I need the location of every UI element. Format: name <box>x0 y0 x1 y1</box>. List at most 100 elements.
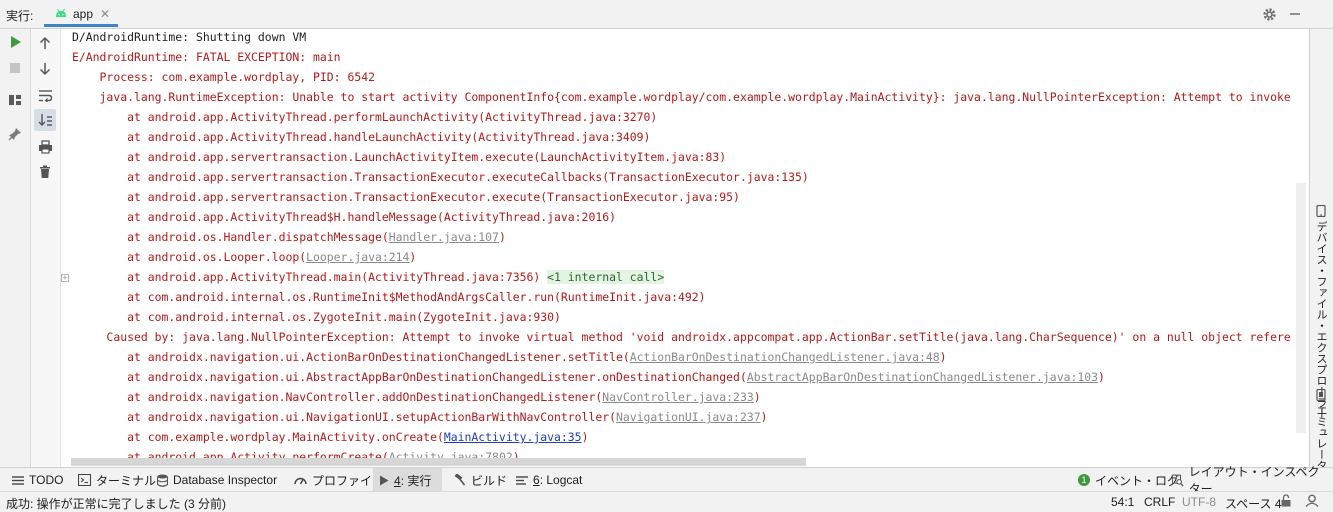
pin-icon[interactable] <box>5 124 25 144</box>
console-line: at com.android.internal.os.ZygoteInit.ma… <box>72 307 561 327</box>
tab-run[interactable]: 4: 実行 <box>373 468 442 492</box>
rerun-icon[interactable] <box>5 32 25 52</box>
console-line: at com.android.internal.os.RuntimeInit$M… <box>72 287 705 307</box>
down-arrow-icon[interactable] <box>35 59 55 79</box>
gauge-icon <box>294 477 307 485</box>
console-text: ) <box>760 410 768 424</box>
gear-icon[interactable] <box>1261 6 1277 22</box>
event-log-count-badge: 1 <box>1078 474 1090 486</box>
console-line: at android.app.ActivityThread.performLau… <box>72 107 657 127</box>
layout-icon[interactable] <box>5 90 25 110</box>
console-text: ) <box>939 350 947 364</box>
close-icon[interactable]: ✕ <box>100 7 110 21</box>
tab-todo[interactable]: TODO <box>6 468 69 492</box>
file-encoding[interactable]: UTF-8 <box>1182 495 1216 509</box>
console-text: at com.android.internal.os.ZygoteInit.ma… <box>72 310 561 324</box>
stacktrace-link[interactable]: NavController.java:233 <box>602 390 754 404</box>
status-message[interactable]: 成功: 操作が正常に完了しました (3 分前) <box>6 495 226 512</box>
console-text: at com.example.wordplay.MainActivity.onC… <box>72 430 444 444</box>
console-text: at android.app.servertransaction.Transac… <box>72 190 740 204</box>
android-icon <box>56 8 66 17</box>
console-text: java.lang.RuntimeException: Unable to st… <box>72 90 1291 104</box>
console-line: at android.os.Handler.dispatchMessage(Ha… <box>72 227 506 247</box>
tab-terminal[interactable]: ターミナル <box>72 468 162 492</box>
run-actions-toolbar <box>0 29 31 467</box>
console-text: at android.os.Handler.dispatchMessage( <box>72 230 389 244</box>
tab-run-text: : 実行 <box>400 473 432 488</box>
tab-build-label: ビルド <box>471 473 508 488</box>
stacktrace-link[interactable]: Handler.java:107 <box>389 230 499 244</box>
tab-layout-inspector[interactable]: レイアウト・インスペクター <box>1166 465 1333 496</box>
status-bar: 成功: 操作が正常に完了しました (3 分前) 54:1 CRLF UTF-8 … <box>0 491 1333 512</box>
console-line: at androidx.navigation.NavController.add… <box>72 387 761 407</box>
terminal-icon <box>78 474 91 486</box>
stacktrace-link[interactable]: NavigationUI.java:237 <box>616 410 761 424</box>
tab-todo-label: TODO <box>29 473 64 487</box>
console-line: at androidx.navigation.ui.ActionBarOnDes… <box>72 347 947 367</box>
scroll-to-end-icon[interactable] <box>34 109 56 131</box>
tab-terminal-label: ターミナル <box>96 473 157 488</box>
console-text: Process: com.example.wordplay, PID: 6542 <box>72 70 375 84</box>
print-icon[interactable] <box>35 137 55 157</box>
tab-logcat[interactable]: 6: Logcat <box>510 468 588 492</box>
lock-icon[interactable] <box>1280 494 1292 510</box>
console-text: at android.app.servertransaction.Transac… <box>72 170 809 184</box>
console-text: at androidx.navigation.ui.ActionBarOnDes… <box>72 350 630 364</box>
console-line: at android.app.ActivityThread.main(Activ… <box>72 267 665 287</box>
console-text: at android.app.ActivityThread.performLau… <box>72 110 658 124</box>
tab-run-number: 4 <box>394 473 401 488</box>
run-tool-header: 実行: app ✕ <box>0 0 1333 29</box>
tab-logcat-label: 6: Logcat <box>533 473 582 487</box>
cursor-position[interactable]: 54:1 <box>1111 495 1134 509</box>
console-output[interactable]: D/AndroidRuntime: Shutting down VM E/Andr… <box>62 29 1309 467</box>
console-line: at android.app.servertransaction.LaunchA… <box>72 147 726 167</box>
tab-build[interactable]: ビルド <box>448 468 513 492</box>
console-line: D/AndroidRuntime: Shutting down VM <box>72 29 306 47</box>
console-text: ) <box>753 390 761 404</box>
console-text: D/AndroidRuntime: Shutting down VM <box>72 30 307 44</box>
database-icon <box>157 474 168 487</box>
console-line: at androidx.navigation.ui.AbstractAppBar… <box>72 367 1105 387</box>
bottom-tool-tabs: TODO ターミナル Database Inspector プロファイラー 4:… <box>0 465 1333 496</box>
console-line: Caused by: java.lang.NullPointerExceptio… <box>72 327 1291 347</box>
console-line: at com.example.wordplay.MainActivity.onC… <box>72 427 588 447</box>
stacktrace-link[interactable]: AbstractAppBarOnDestinationChangedListen… <box>747 370 1098 384</box>
minimize-icon[interactable] <box>1287 6 1303 22</box>
run-window-title: 実行: <box>6 9 34 23</box>
stacktrace-link[interactable]: Looper.java:214 <box>306 250 409 264</box>
stacktrace-link[interactable]: MainActivity.java:35 <box>444 430 582 444</box>
stop-icon[interactable] <box>5 58 25 78</box>
soft-wrap-icon[interactable] <box>35 85 55 105</box>
console-line: at android.os.Looper.loop(Looper.java:21… <box>72 247 416 267</box>
console-line: E/AndroidRuntime: FATAL EXCEPTION: main <box>72 47 341 67</box>
folded-internal-calls[interactable]: <1 internal call> <box>547 270 665 284</box>
hammer-icon <box>454 474 466 486</box>
vertical-scrollbar[interactable] <box>1296 183 1306 433</box>
console-text: at android.app.ActivityThread.handleLaun… <box>72 130 651 144</box>
stacktrace-link[interactable]: ActionBarOnDestinationChangedListener.ja… <box>630 350 940 364</box>
console-text: at androidx.navigation.ui.NavigationUI.s… <box>72 410 616 424</box>
console-text: at android.app.servertransaction.LaunchA… <box>72 150 727 164</box>
console-line: at android.app.servertransaction.Transac… <box>72 187 740 207</box>
console-text: ) <box>581 430 589 444</box>
console-text: at android.app.ActivityThread$H.handleMe… <box>72 210 616 224</box>
tab-logcat-text: : Logcat <box>539 473 583 487</box>
tab-app[interactable]: app ✕ <box>44 3 118 27</box>
tab-database-inspector[interactable]: Database Inspector <box>151 468 283 492</box>
indent-setting[interactable]: スペース 4 <box>1225 495 1282 512</box>
console-text: Caused by: java.lang.NullPointerExceptio… <box>72 330 1291 344</box>
inspector-icon[interactable] <box>1305 494 1319 510</box>
console-text: ) <box>498 230 506 244</box>
tab-database-inspector-label: Database Inspector <box>173 473 278 487</box>
console-text: ) <box>409 250 417 264</box>
console-line: at android.app.ActivityThread$H.handleMe… <box>72 207 616 227</box>
device-file-explorer-tab[interactable]: デバイス・ファイル・エクスプローラー <box>1311 205 1331 419</box>
horizontal-scrollbar[interactable] <box>71 458 806 466</box>
console-text: at androidx.navigation.NavController.add… <box>72 390 603 404</box>
trash-icon[interactable] <box>35 162 55 182</box>
run-icon <box>380 475 389 485</box>
fold-expand-icon[interactable]: + <box>61 274 69 282</box>
up-arrow-icon[interactable] <box>35 33 55 53</box>
tab-app-label: app <box>73 6 94 21</box>
line-separator[interactable]: CRLF <box>1144 495 1175 509</box>
